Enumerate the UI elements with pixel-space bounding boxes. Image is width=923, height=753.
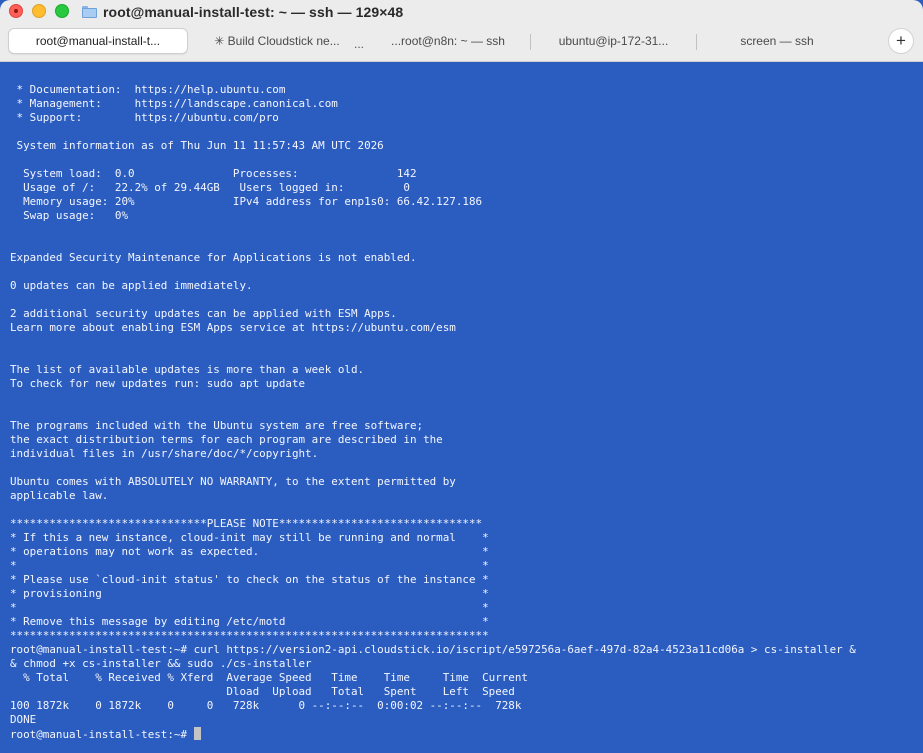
terminal-line: root@manual-install-test:~# curl https:/…: [10, 643, 856, 656]
terminal-line: Learn more about enabling ESM Apps servi…: [10, 321, 456, 334]
terminal-line: % Total % Received % Xferd Average Speed…: [10, 671, 528, 684]
terminal-line: The list of available updates is more th…: [10, 363, 365, 376]
tab-screen-ssh[interactable]: screen — ssh: [697, 28, 857, 54]
tab-label: root@manual-install-t...: [35, 34, 161, 48]
tab-label: ubuntu@ip-172-31...: [558, 34, 669, 48]
maximize-window-button[interactable]: [55, 4, 69, 18]
terminal-output[interactable]: * Documentation: https://help.ubuntu.com…: [0, 63, 923, 753]
tab-build-cloudstick[interactable]: ✳ Build Cloudstick ne...: [188, 28, 356, 54]
terminal-line: Swap usage: 0%: [10, 209, 129, 222]
tab-label: screen — ssh: [740, 34, 814, 48]
new-tab-button[interactable]: +: [888, 28, 914, 54]
window-title-group: root@manual-install-test: ~ — ssh — 129×…: [82, 2, 403, 22]
terminal-line: applicable law.: [10, 489, 109, 502]
terminal-line: Expanded Security Maintenance for Applic…: [10, 251, 417, 264]
terminal-line: * operations may not work as expected. *: [10, 545, 489, 558]
terminal-line: * Management: https://landscape.canonica…: [10, 97, 338, 110]
tab-label: ✳ Build Cloudstick ne...: [214, 34, 340, 48]
terminal-line: ****************************************…: [10, 629, 489, 642]
tab-label: ...root@n8n: ~ — ssh: [391, 34, 505, 48]
terminal-line: 2 additional security updates can be app…: [10, 307, 397, 320]
terminal-line: * Please use `cloud-init status' to chec…: [10, 573, 489, 586]
terminal-prompt-line[interactable]: root@manual-install-test:~#: [10, 727, 913, 741]
terminal-line: * *: [10, 559, 489, 572]
shell-prompt: root@manual-install-test:~#: [10, 728, 194, 741]
terminal-line: System information as of Thu Jun 11 11:5…: [10, 139, 384, 152]
text-cursor: [193, 727, 201, 740]
terminal-line: The programs included with the Ubuntu sy…: [10, 419, 424, 432]
terminal-line: the exact distribution terms for each pr…: [10, 433, 443, 446]
terminal-line: 0 updates can be applied immediately.: [10, 279, 253, 292]
tab-root-n8n[interactable]: ...root@n8n: ~ — ssh: [366, 28, 530, 54]
window-title: root@manual-install-test: ~ — ssh — 129×…: [103, 4, 404, 20]
terminal-line: DONE: [10, 713, 37, 726]
terminal-line: Usage of /: 22.2% of 29.44GB Users logge…: [10, 181, 410, 194]
close-window-button[interactable]: [9, 4, 23, 18]
terminal-window: root@manual-install-test: ~ — ssh — 129×…: [0, 0, 923, 753]
terminal-line: Dload Upload Total Spent Left Speed: [10, 685, 515, 698]
title-bar: root@manual-install-test: ~ — ssh — 129×…: [0, 0, 923, 62]
tab-ubuntu-ip[interactable]: ubuntu@ip-172-31...: [531, 28, 696, 54]
terminal-line: * *: [10, 601, 489, 614]
minimize-window-button[interactable]: [32, 4, 46, 18]
tab-bar: root@manual-install-t... ✳ Build Cloudst…: [8, 28, 880, 56]
folder-icon: [82, 6, 97, 18]
terminal-line: System load: 0.0 Processes: 142: [10, 167, 417, 180]
terminal-line: * Support: https://ubuntu.com/pro: [10, 111, 279, 124]
terminal-line: * provisioning *: [10, 587, 489, 600]
terminal-line: Memory usage: 20% IPv4 address for enp1s…: [10, 195, 483, 208]
terminal-line: ******************************PLEASE NOT…: [10, 517, 483, 530]
terminal-line: & chmod +x cs-installer && sudo ./cs-ins…: [10, 657, 312, 670]
terminal-line: * Remove this message by editing /etc/mo…: [10, 615, 489, 628]
terminal-line: To check for new updates run: sudo apt u…: [10, 377, 306, 390]
terminal-line: Ubuntu comes with ABSOLUTELY NO WARRANTY…: [10, 475, 456, 488]
terminal-line: individual files in /usr/share/doc/*/cop…: [10, 447, 319, 460]
terminal-line: * If this a new instance, cloud-init may…: [10, 531, 489, 544]
tab-root-manual-install[interactable]: root@manual-install-t...: [8, 28, 188, 54]
terminal-line: 100 1872k 0 1872k 0 0 728k 0 --:--:-- 0:…: [10, 699, 522, 712]
terminal-line: * Documentation: https://help.ubuntu.com: [10, 83, 286, 96]
